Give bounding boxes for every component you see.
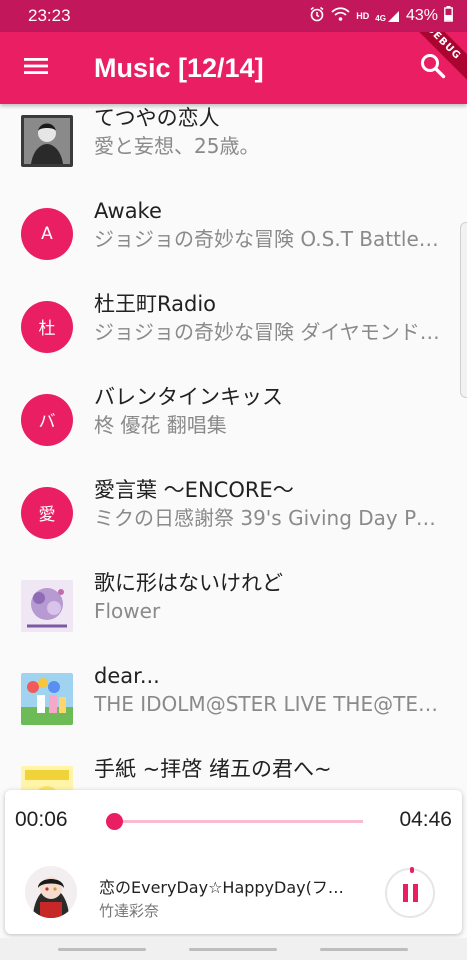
- list-item[interactable]: 愛 愛言葉 〜ENCORE〜 ミクの日感謝祭 39's Giving Day P…: [0, 466, 467, 559]
- list-item[interactable]: dear... THE IDOLM@STER LIVE THE@TER SOLO…: [0, 652, 467, 745]
- app-bar: Music [12/14] DEBUG: [0, 32, 467, 104]
- seek-bar[interactable]: [106, 813, 363, 830]
- signal-icon: 4G: [375, 9, 400, 23]
- status-time: 23:23: [28, 6, 71, 25]
- now-playing-art[interactable]: [25, 866, 77, 918]
- mini-player: 00:06 04:46 恋のEveryDay☆HappyDay(フルバージョン)…: [5, 790, 462, 934]
- battery-icon: [444, 5, 453, 27]
- list-item[interactable]: 杜 杜王町Radio ジョジョの奇妙な冒険 ダイヤモンドは砕けない: [0, 280, 467, 373]
- song-list[interactable]: てつやの恋人 愛と妄想、25歳。 A Awake ジョジョの奇妙な冒険 O.S.…: [0, 104, 467, 790]
- pause-button[interactable]: [385, 867, 435, 918]
- album-art: [21, 765, 73, 790]
- search-icon: [420, 53, 446, 83]
- list-item[interactable]: 歌に形はないけれど Flower: [0, 559, 467, 652]
- battery-percent: 43%: [405, 7, 438, 24]
- menu-icon: [23, 56, 49, 80]
- letter-avatar: A: [21, 207, 73, 260]
- song-subtitle: ミクの日感謝祭 39's Giving Day Project: [94, 506, 441, 530]
- now-playing-title: 恋のEveryDay☆HappyDay(フルバージョン): [99, 878, 354, 897]
- hd-indicator: HD: [356, 11, 370, 21]
- elapsed-time: 00:06: [15, 808, 68, 831]
- list-item[interactable]: てつやの恋人 愛と妄想、25歳。: [0, 104, 467, 187]
- total-time: 04:46: [399, 808, 452, 831]
- nav-home-button[interactable]: [189, 948, 277, 951]
- album-art: [21, 114, 73, 167]
- song-title: 杜王町Radio: [94, 292, 217, 316]
- letter-avatar: 杜: [21, 300, 73, 353]
- scrollbar-thumb[interactable]: [460, 222, 467, 398]
- song-title: Awake: [94, 199, 162, 223]
- song-title: 歌に形はないけれど: [94, 571, 283, 595]
- pause-icon: [402, 884, 418, 902]
- progress-ring-mark: [410, 867, 414, 873]
- list-item[interactable]: A Awake ジョジョの奇妙な冒険 O.S.T Battle Tendency: [0, 187, 467, 280]
- alarm-icon: [309, 6, 325, 27]
- song-subtitle: ジョジョの奇妙な冒険 ダイヤモンドは砕けない: [94, 320, 441, 344]
- seek-thumb[interactable]: [106, 813, 124, 830]
- page-title: Music [12/14]: [94, 52, 264, 83]
- song-subtitle: Flower: [94, 599, 161, 623]
- list-item[interactable]: 手紙 ~拝啓 绪五の君へ~: [0, 745, 467, 790]
- song-title: てつやの恋人: [94, 106, 220, 130]
- signal-type: 4G: [375, 14, 386, 23]
- album-art: [21, 672, 73, 725]
- song-subtitle: 柊 優花 翻唱集: [94, 413, 227, 437]
- system-nav-bar: [0, 938, 467, 960]
- menu-button[interactable]: [0, 32, 72, 104]
- letter-avatar: 愛: [21, 486, 73, 539]
- album-art: [21, 579, 73, 632]
- song-title: バレンタインキッス: [94, 385, 283, 409]
- letter-avatar: バ: [21, 393, 73, 446]
- nav-back-button[interactable]: [58, 948, 146, 951]
- song-title: dear...: [94, 664, 160, 688]
- song-subtitle: THE IDOLM@STER LIVE THE@TER SOLO COLLECT…: [94, 692, 441, 716]
- status-icons: HD 4G 43%: [309, 5, 453, 27]
- nav-recents-button[interactable]: [320, 948, 408, 951]
- song-subtitle: 愛と妄想、25歳。: [94, 134, 260, 158]
- wifi-icon: [331, 6, 350, 27]
- song-subtitle: ジョジョの奇妙な冒険 O.S.T Battle Tendency: [94, 227, 441, 251]
- now-playing-artist: 竹達彩奈: [99, 902, 160, 920]
- song-title: 手紙 ~拝啓 绪五の君へ~: [94, 757, 332, 781]
- list-item[interactable]: バ バレンタインキッス 柊 優花 翻唱集: [0, 373, 467, 466]
- song-title: 愛言葉 〜ENCORE〜: [94, 478, 294, 502]
- status-bar: 23:23 HD 4G 43%: [0, 0, 467, 32]
